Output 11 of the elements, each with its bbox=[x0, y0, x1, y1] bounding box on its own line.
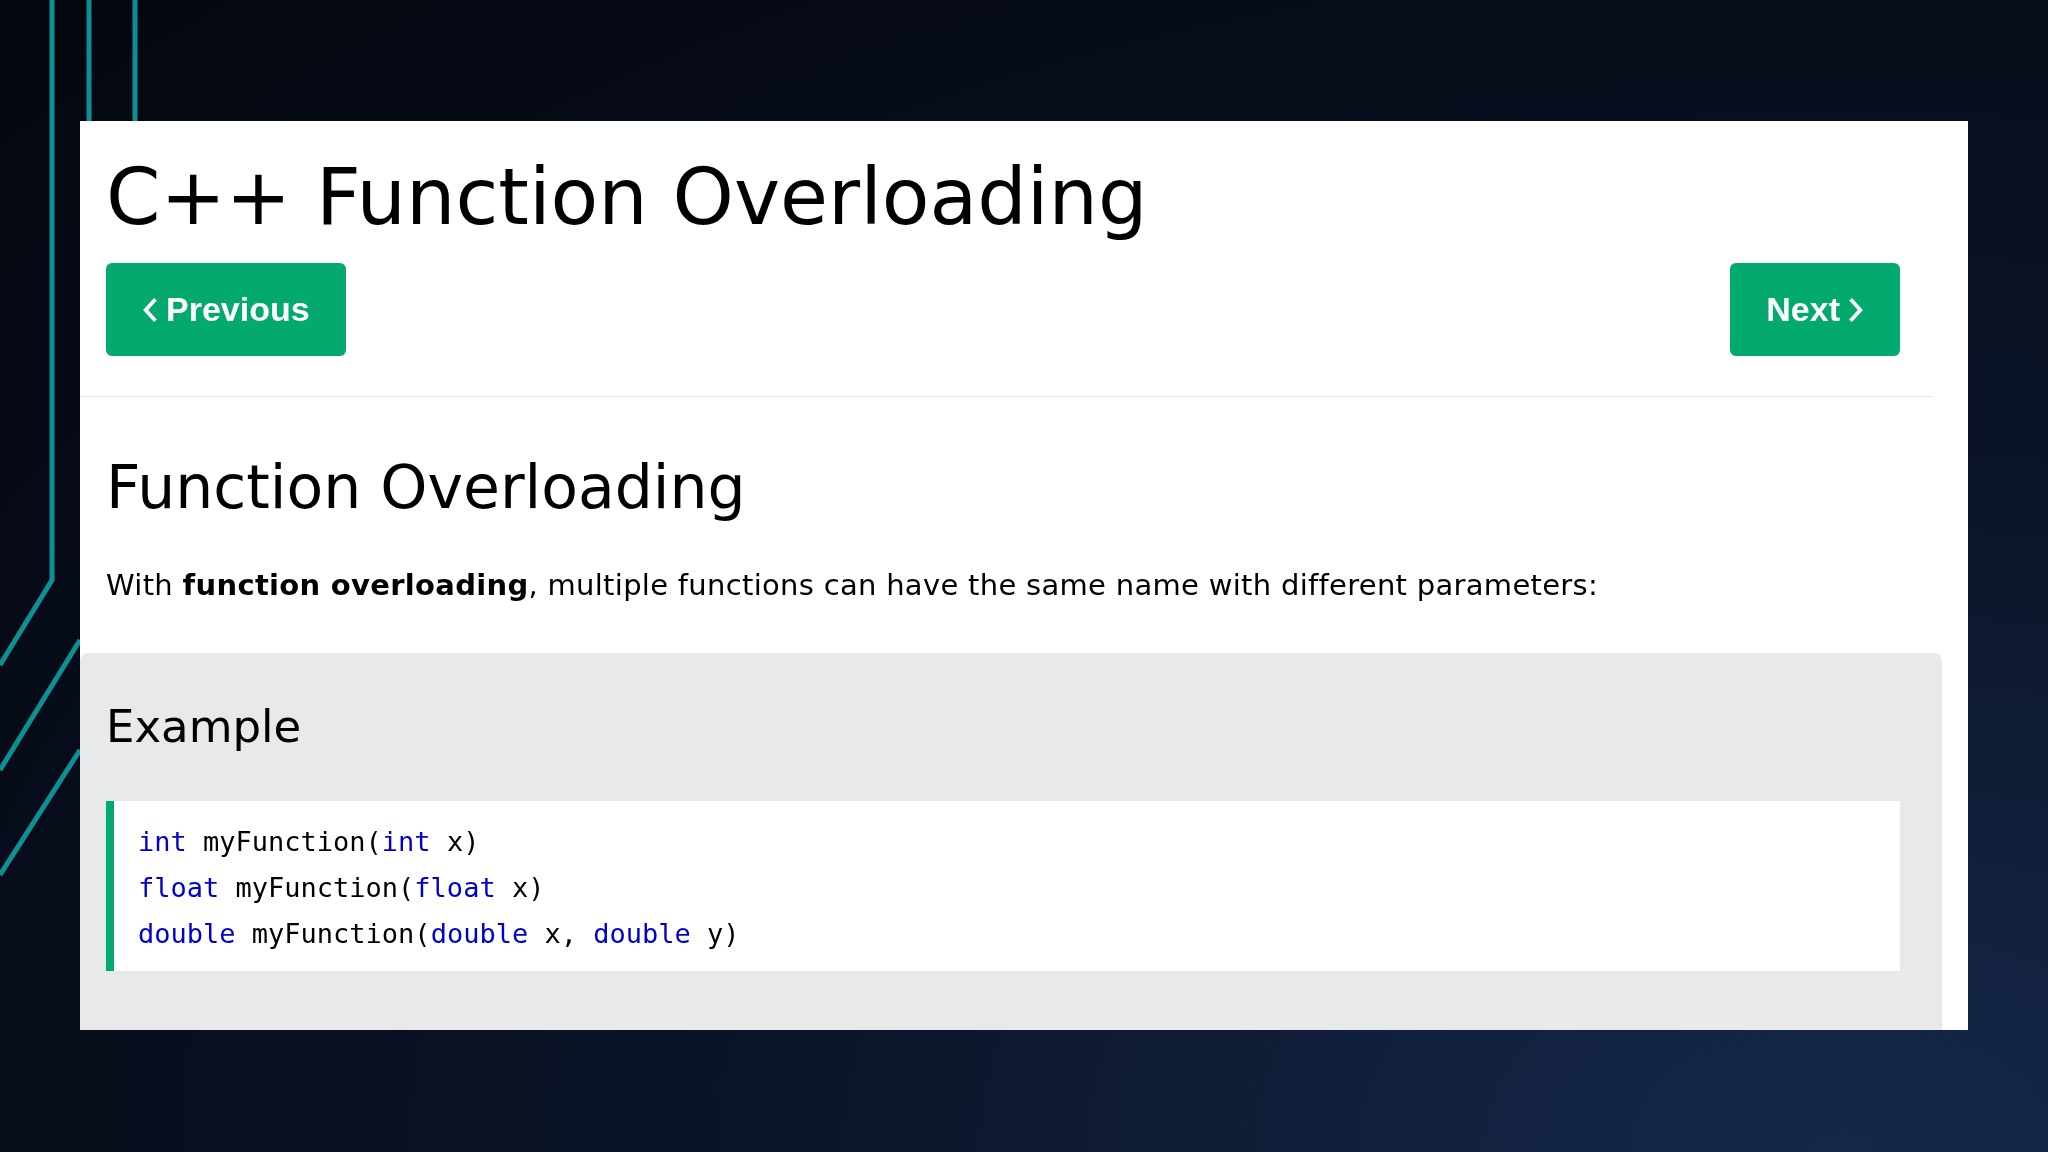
code-line: float myFunction(float x) bbox=[138, 871, 545, 905]
intro-paragraph: With function overloading, multiple functions can have the same name with different parameters: bbox=[106, 567, 1600, 604]
page-title: C++ Function Overloading bbox=[106, 151, 1149, 244]
code-line: double myFunction(double x, double y) bbox=[138, 917, 740, 951]
chevron-right-icon bbox=[1848, 296, 1864, 323]
example-heading: Example bbox=[106, 699, 303, 755]
chevron-left-icon bbox=[142, 296, 158, 323]
section-heading: Function Overloading bbox=[106, 451, 747, 524]
previous-button[interactable]: Previous bbox=[106, 263, 346, 356]
code-line: int myFunction(int x) bbox=[138, 825, 480, 859]
next-button[interactable]: Next bbox=[1730, 263, 1900, 356]
